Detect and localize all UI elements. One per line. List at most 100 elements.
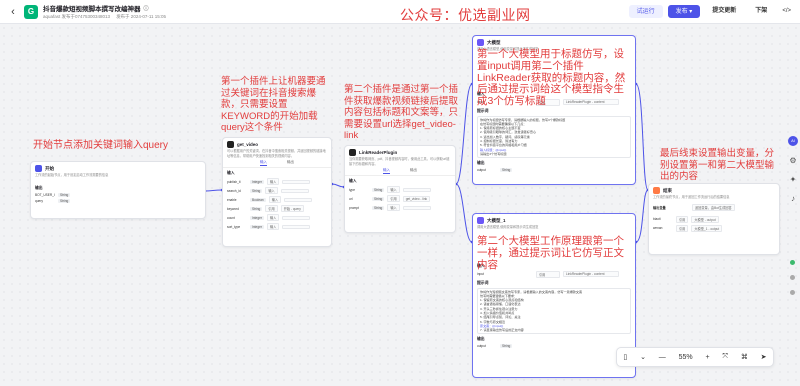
source-select[interactable]: 引用 <box>387 195 400 202</box>
source-select[interactable]: 输入 <box>265 187 278 194</box>
source-select[interactable]: 输入 <box>387 186 400 193</box>
end-var-row: wenan 引用 大模型_1 - output <box>649 224 779 233</box>
param-name: enable <box>227 197 237 202</box>
unpublish-button[interactable]: 下架 <box>748 5 774 18</box>
param-value-input[interactable] <box>402 205 431 210</box>
chevron-down-icon[interactable]: ⌄ <box>640 353 646 361</box>
param-row: type String 输入 <box>345 185 455 194</box>
device-icon[interactable]: ▯ <box>623 353 627 361</box>
param-type: String <box>250 188 263 193</box>
ai-assistant-icon[interactable]: AI <box>788 136 798 146</box>
submit-update-button[interactable]: 提交更新 <box>705 5 743 18</box>
param-name: output <box>477 344 486 349</box>
tab-output[interactable]: 输出 <box>287 160 294 166</box>
param-type: Integer <box>250 179 264 184</box>
param-row: publish_ti Integer 输入 <box>223 177 331 186</box>
watermark: 公众号：优选副业网 <box>400 7 531 23</box>
zoom-out-button[interactable]: — <box>659 354 666 361</box>
param-type: String <box>372 205 385 210</box>
source-select[interactable]: 输入 <box>387 204 400 211</box>
plugin-get-video-node[interactable]: get_video 可以根据用户的关键词，在抖音中搜索相关视频，并返回视频的链接… <box>222 137 332 247</box>
annotation-start: 开始节点添加关键词输入query <box>33 140 169 151</box>
end-mode-select[interactable]: 返回变量，由Bot生成回答 <box>692 203 735 211</box>
prompt-line: 请输出3个仿写标题 <box>480 151 507 156</box>
param-name: biaoti <box>653 217 661 221</box>
info-icon[interactable]: ⓘ <box>144 5 149 12</box>
prompt-line: 7. 请直接输出仿写后的正文内容 <box>480 328 524 333</box>
workflow-meta: aquafast 发布于07475300348013 发布于 2024-07-1… <box>43 14 166 20</box>
end-node-icon <box>653 187 660 194</box>
status-dot <box>790 290 795 295</box>
status-dot <box>790 275 795 280</box>
test-run-button[interactable]: 试运行 <box>628 5 663 18</box>
meta-user: aquafast 发布于07475300348013 <box>43 14 111 19</box>
annotation-llm2: 第二个大模型工作原理跟第一个一样，通过提示词让它仿写正文内容 <box>477 235 624 271</box>
workflow-canvas[interactable]: 开始 工作流的起始节点，用于设定启动工作流需要的信息 输出 BOT_USER_I… <box>0 24 800 386</box>
plugin2-title: LinkReaderPlugin <box>359 150 398 155</box>
plugin1-tabs: 输入 输出 <box>223 160 331 168</box>
param-row: keyword String 引用 开始 - query <box>223 204 331 213</box>
start-output-row: query String <box>31 198 205 204</box>
param-value-input[interactable] <box>280 188 309 193</box>
end-node[interactable]: 结束 工作流的最终节点，用于返回工作流运行后的结果信息 输出变量 返回变量，由B… <box>648 183 780 255</box>
param-value-input[interactable]: 大模型_1 - output <box>691 224 723 232</box>
publish-button[interactable]: 发布 ▾ <box>667 5 701 18</box>
annotation-llm1: 第一个大模型用于标题仿写，设置input调用第二个插件LinkReader获取的… <box>477 48 626 107</box>
annotation-plugin2: 第二个插件是通过第一个插件获取爆款视频链接后提取内容包括标题和文案等，只需要设置… <box>344 84 459 142</box>
llm-icon <box>477 217 484 224</box>
param-name: url <box>349 196 353 201</box>
pointer-icon[interactable]: ➤ <box>761 353 767 361</box>
param-value-input[interactable]: 大模型 - output <box>691 215 719 223</box>
llm2-title: 大模型_1 <box>487 217 506 223</box>
source-select[interactable]: 输入 <box>266 223 280 230</box>
start-node[interactable]: 开始 工作流的起始节点，用于设定启动工作流需要的信息 输出 BOT_USER_I… <box>30 161 206 219</box>
source-select[interactable]: 输入 <box>268 196 282 203</box>
fit-view-icon[interactable]: ⤧ <box>722 353 728 361</box>
back-button[interactable]: ‹ <box>6 5 20 19</box>
param-type: Boolean <box>250 197 266 202</box>
param-row: enable Boolean 输入 <box>223 195 331 204</box>
param-name: sort_type <box>227 224 241 229</box>
tab-input[interactable]: 输入 <box>383 168 390 174</box>
param-value-input[interactable] <box>402 187 431 192</box>
tab-output[interactable]: 输出 <box>410 168 417 174</box>
param-value-input[interactable]: LinkReaderPlugin - content <box>563 271 619 277</box>
end-mode-row: 输出变量 返回变量，由Bot生成回答 <box>649 203 779 212</box>
code-view-button[interactable]: </> <box>779 5 794 18</box>
llm1-prompt-editor[interactable]: 你将作为标题仿写专家，请根据输入的标题，仿写3个爆款标题 在仿写标题时需要确保以… <box>477 115 631 159</box>
plugin2-tabs: 输入 输出 <box>345 168 455 176</box>
source-select[interactable]: 输入 <box>266 214 280 221</box>
param-value-input[interactable] <box>282 224 311 229</box>
llm2-desc: 调用大语言模型,使用变量和提示词生成回复 <box>477 225 539 229</box>
wire-llm2-end <box>635 189 649 243</box>
header-actions: 试运行 发布 ▾ 提交更新 下架 </> <box>628 5 794 18</box>
music-icon[interactable]: ♪ <box>791 194 795 203</box>
workflow-title-text: 抖音爆款短视频脚本撰写改编神器 <box>43 6 141 13</box>
param-value-input[interactable]: get_video - link <box>402 195 431 202</box>
zoom-in-button[interactable]: + <box>705 354 709 361</box>
llm1-title: 大模型 <box>487 39 501 45</box>
start-node-title: 开始 <box>45 165 54 171</box>
llm2-prompt-section: 提示词 <box>477 280 489 285</box>
llm2-prompt-editor[interactable]: 你将作为短视频文案仿写专家，请根据输入的文案内容，仿写一篇爆款文案 仿写时需要遵… <box>477 287 631 335</box>
param-type: String <box>250 206 263 211</box>
param-value-input[interactable] <box>282 179 311 184</box>
start-node-icon <box>35 165 42 172</box>
source-select[interactable]: 引用 <box>676 215 689 223</box>
param-value-input[interactable] <box>284 197 313 202</box>
settings-icon[interactable]: ⚙ <box>789 156 796 165</box>
source-select[interactable]: 引用 <box>536 270 560 278</box>
param-value-input[interactable] <box>282 215 311 220</box>
end-section-label: 输出变量 <box>653 205 666 210</box>
tab-input[interactable]: 输入 <box>260 160 267 166</box>
source-select[interactable]: 输入 <box>266 178 280 185</box>
plugin-linkreader-node[interactable]: LinkReaderPlugin 当你需要获取网页、pdf、抖音视频内容时，使用… <box>344 145 456 233</box>
sparkle-icon[interactable]: ✦ <box>790 175 797 184</box>
param-name: prompt <box>349 205 359 210</box>
source-select[interactable]: 引用 <box>676 224 689 232</box>
param-name: type <box>349 187 356 192</box>
param-value-input[interactable]: 开始 - query <box>280 205 304 212</box>
param-type: String <box>58 192 71 197</box>
source-select[interactable]: 引用 <box>265 205 278 212</box>
auto-layout-icon[interactable]: ⌘ <box>741 353 748 361</box>
